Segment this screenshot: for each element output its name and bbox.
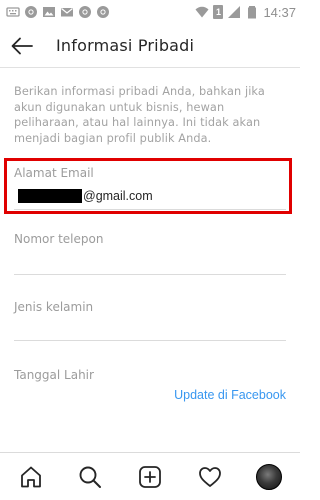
app-header: Informasi Pribadi	[0, 24, 300, 68]
chrome-icon	[24, 5, 38, 19]
nav-activity[interactable]	[196, 463, 224, 491]
email-domain: @gmail.com	[83, 189, 153, 203]
info-description: Berikan informasi pribadi Anda, bahkan j…	[14, 85, 265, 145]
chrome-icon	[96, 5, 110, 19]
add-icon	[139, 466, 161, 488]
mail-icon	[60, 5, 74, 19]
nav-search[interactable]	[76, 463, 104, 491]
update-facebook-link[interactable]: Update di Facebook	[174, 388, 286, 402]
wifi-icon	[195, 5, 209, 19]
nav-add[interactable]	[136, 463, 164, 491]
profile-avatar	[256, 464, 282, 490]
phone-field[interactable]: Nomor telepon	[14, 232, 286, 277]
phone-label: Nomor telepon	[14, 232, 104, 246]
keyboard-icon	[6, 5, 20, 19]
email-underline	[14, 209, 286, 210]
notification-icons	[6, 5, 110, 19]
page-title: Informasi Pribadi	[56, 36, 195, 55]
birthday-label: Tanggal Lahir	[14, 368, 94, 382]
sim-badge: 1	[213, 5, 224, 19]
nav-profile[interactable]	[255, 463, 283, 491]
system-icons: 1 14:37	[195, 4, 296, 20]
back-button[interactable]	[8, 32, 36, 60]
image-icon	[42, 5, 56, 19]
chrome-icon	[78, 5, 92, 19]
back-arrow-icon	[11, 37, 33, 55]
gender-underline	[14, 340, 286, 341]
gender-label: Jenis kelamin	[14, 300, 94, 314]
phone-underline	[14, 274, 286, 275]
heart-icon	[199, 467, 221, 487]
search-icon	[79, 466, 101, 488]
status-bar: 1 14:37	[0, 0, 300, 24]
email-label: Alamat Email	[14, 166, 94, 180]
nav-home[interactable]	[17, 463, 45, 491]
signal-icon	[227, 5, 241, 19]
email-field[interactable]: Alamat Email @gmail.com	[14, 162, 286, 212]
gender-field[interactable]: Jenis kelamin	[14, 300, 286, 345]
status-time: 14:37	[263, 4, 296, 20]
battery-icon	[245, 5, 259, 19]
redacted-email-username	[18, 189, 82, 203]
bottom-navigation	[0, 452, 300, 500]
email-value[interactable]: @gmail.com	[18, 188, 153, 204]
home-icon	[21, 466, 41, 488]
